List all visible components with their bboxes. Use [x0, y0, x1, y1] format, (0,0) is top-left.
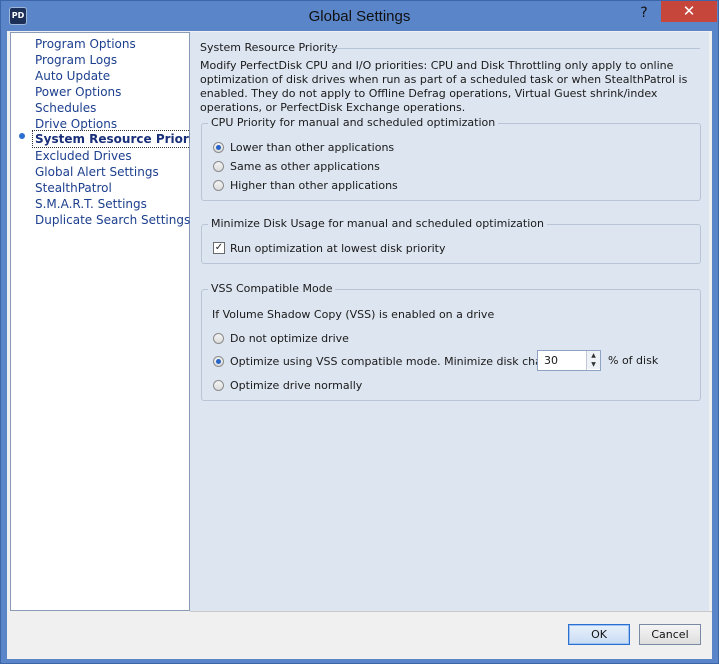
selected-bullet-icon	[19, 133, 25, 139]
vss-compatible-option[interactable]: Optimize using VSS compatible mode. Mini…	[213, 353, 583, 369]
nav-item-system-resource-priority[interactable]: System Resource Priority	[31, 130, 210, 148]
window-title: Global Settings	[308, 8, 411, 25]
nav-item-program-logs[interactable]: Program Logs	[35, 52, 117, 68]
option-label: Optimize drive normally	[230, 378, 363, 392]
nav-item-smart-settings[interactable]: S.M.A.R.T. Settings	[35, 196, 147, 212]
cpu-higher-option[interactable]: Higher than other applications	[213, 177, 398, 193]
checkbox[interactable]: ✓	[213, 242, 225, 254]
section-divider	[328, 48, 700, 49]
option-label: Optimize using VSS compatible mode. Mini…	[230, 354, 583, 368]
spin-up-icon[interactable]: ▲	[587, 351, 600, 360]
footer-divider	[190, 611, 712, 612]
lowest-disk-priority-option[interactable]: ✓ Run optimization at lowest disk priori…	[213, 240, 446, 256]
spin-down-icon[interactable]: ▼	[587, 360, 600, 369]
settings-content-panel: System Resource Priority Modify PerfectD…	[190, 32, 709, 611]
disk-usage-group: Minimize Disk Usage for manual and sched…	[201, 217, 701, 264]
help-button[interactable]: ?	[631, 3, 657, 23]
spinner-buttons: ▲ ▼	[586, 351, 600, 370]
option-label: Do not optimize drive	[230, 331, 349, 345]
close-button[interactable]: ✕	[661, 1, 717, 22]
cpu-lower-option[interactable]: Lower than other applications	[213, 139, 394, 155]
ok-button[interactable]: OK	[568, 624, 630, 645]
percent-of-disk-label: % of disk	[608, 354, 659, 367]
global-settings-window: PD Global Settings ? ✕ Program Options P…	[0, 0, 719, 664]
nav-item-excluded-drives[interactable]: Excluded Drives	[35, 148, 132, 164]
dialog-client-area: Program Options Program Logs Auto Update…	[7, 31, 712, 659]
vss-optimize-normally-option[interactable]: Optimize drive normally	[213, 377, 362, 393]
nav-item-stealthpatrol[interactable]: StealthPatrol	[35, 180, 112, 196]
radio-button[interactable]	[213, 179, 224, 191]
vss-mode-group-title: VSS Compatible Mode	[208, 282, 336, 295]
radio-button[interactable]	[213, 379, 224, 391]
nav-item-auto-update[interactable]: Auto Update	[35, 68, 110, 84]
nav-item-power-options[interactable]: Power Options	[35, 84, 121, 100]
vss-intro-text: If Volume Shadow Copy (VSS) is enabled o…	[212, 308, 495, 321]
option-label: Lower than other applications	[230, 140, 395, 154]
cpu-same-option[interactable]: Same as other applications	[213, 158, 380, 174]
nav-item-drive-options[interactable]: Drive Options	[35, 116, 117, 132]
section-title: System Resource Priority	[200, 41, 338, 54]
radio-button[interactable]	[213, 141, 224, 153]
nav-item-program-options[interactable]: Program Options	[35, 36, 136, 52]
option-label: Higher than other applications	[230, 178, 398, 192]
disk-changes-spinner[interactable]: 30 ▲ ▼	[537, 350, 601, 371]
cpu-priority-group: CPU Priority for manual and scheduled op…	[201, 116, 701, 201]
radio-button[interactable]	[213, 332, 224, 344]
cpu-priority-group-title: CPU Priority for manual and scheduled op…	[208, 116, 499, 129]
disk-usage-group-title: Minimize Disk Usage for manual and sched…	[208, 217, 547, 230]
vss-mode-group: VSS Compatible Mode If Volume Shadow Cop…	[201, 282, 701, 401]
section-description: Modify PerfectDisk CPU and I/O prioritie…	[200, 59, 688, 114]
nav-item-global-alert-settings[interactable]: Global Alert Settings	[35, 164, 159, 180]
vss-do-not-optimize-option[interactable]: Do not optimize drive	[213, 330, 349, 346]
spinner-value[interactable]: 30	[544, 354, 558, 367]
radio-button[interactable]	[213, 355, 224, 367]
nav-item-schedules[interactable]: Schedules	[35, 100, 96, 116]
nav-item-duplicate-search-settings[interactable]: Duplicate Search Settings	[35, 212, 190, 228]
title-bar[interactable]: PD Global Settings ? ✕	[1, 1, 718, 31]
cancel-button[interactable]: Cancel	[639, 624, 701, 645]
settings-nav-list: Program Options Program Logs Auto Update…	[10, 32, 210, 611]
option-label: Same as other applications	[230, 159, 380, 173]
radio-button[interactable]	[213, 160, 224, 172]
option-label: Run optimization at lowest disk priority	[230, 241, 446, 255]
